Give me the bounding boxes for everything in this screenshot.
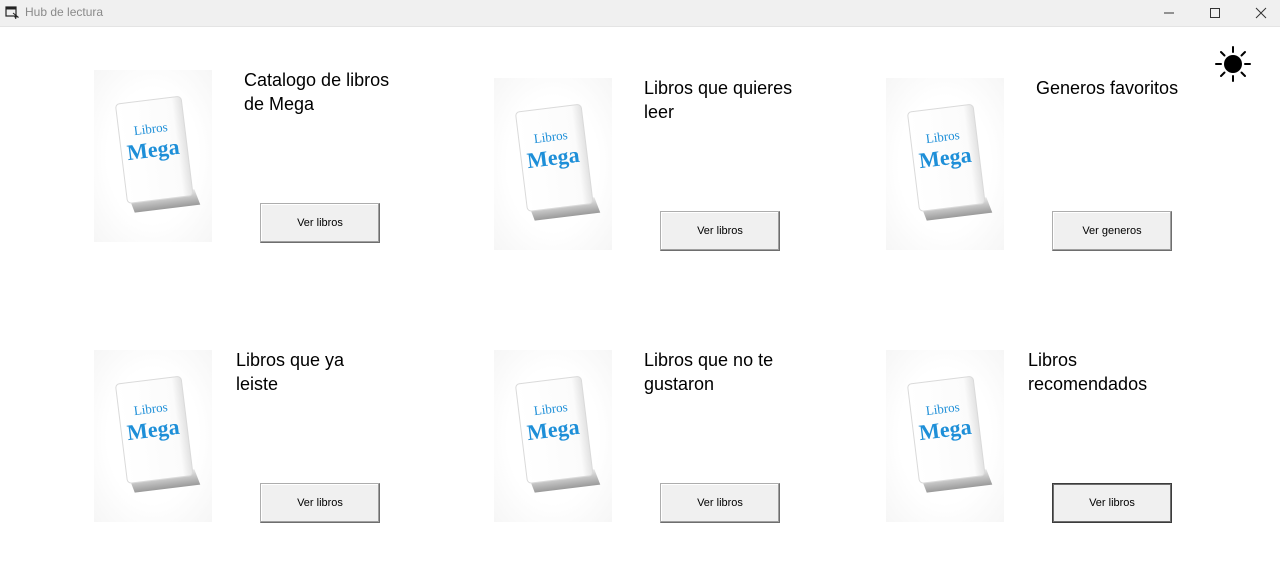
close-button[interactable]: [1238, 0, 1280, 26]
maximize-button[interactable]: [1192, 0, 1238, 26]
close-icon: [1255, 7, 1267, 19]
maximize-icon: [1210, 8, 1220, 18]
book-cover-image: Libros Mega: [886, 350, 1004, 522]
app-window-icon: [5, 5, 20, 20]
book-cover-image: Libros Mega: [886, 78, 1004, 250]
title-bar: Hub de lectura: [0, 0, 1280, 27]
book-cover-image: Libros Mega: [94, 350, 212, 522]
theme-toggle-button[interactable]: [1214, 45, 1252, 83]
book-cover-image: Libros Mega: [94, 70, 212, 242]
ver-generos-button[interactable]: Ver generos: [1052, 211, 1172, 251]
book-cover-image: Libros Mega: [494, 78, 612, 250]
card-title: Generos favoritos: [1036, 78, 1179, 98]
card-title: Libros que quieres leer: [644, 78, 793, 122]
sun-icon: [1215, 46, 1251, 82]
card-title: Libros que no te gustaron: [644, 350, 774, 394]
ver-libros-button[interactable]: Ver libros: [660, 483, 780, 523]
ver-libros-button[interactable]: Ver libros: [260, 203, 380, 243]
window-title: Hub de lectura: [25, 5, 104, 19]
ver-libros-button[interactable]: Ver libros: [660, 211, 780, 251]
minimize-button[interactable]: [1146, 0, 1192, 26]
book-cover-image: Libros Mega: [494, 350, 612, 522]
card-title: Libros que ya leiste: [236, 350, 345, 394]
ver-libros-button[interactable]: Ver libros: [260, 483, 380, 523]
ver-libros-button[interactable]: Ver libros: [1052, 483, 1172, 523]
card-title: Catalogo de libros de Mega: [244, 70, 390, 114]
card-title: Libros recomendados: [1028, 350, 1148, 394]
minimize-icon: [1164, 12, 1174, 14]
